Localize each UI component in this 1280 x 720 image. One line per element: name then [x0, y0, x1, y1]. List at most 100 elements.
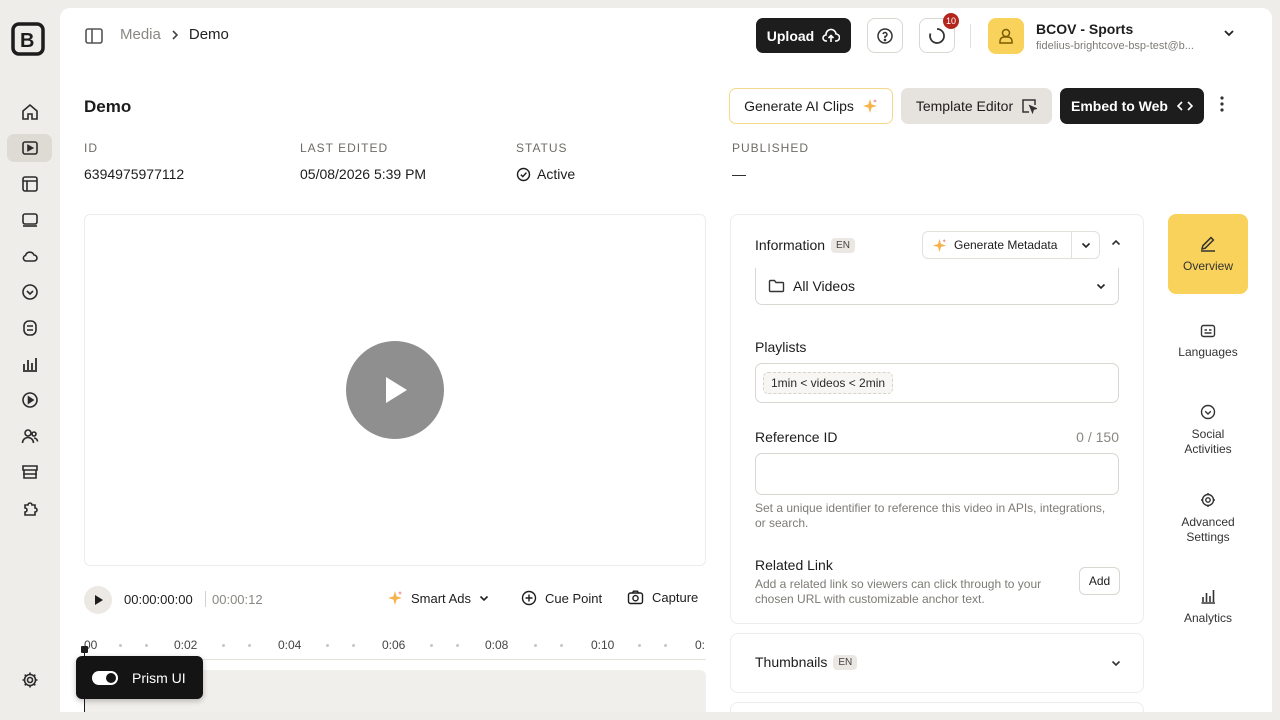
chevron-down-icon [1096, 283, 1106, 290]
template-label: Template Editor [915, 98, 1014, 114]
settings-icon[interactable] [7, 666, 52, 694]
gear-icon [1200, 492, 1216, 508]
language-badge: EN [833, 654, 858, 670]
more-options-icon[interactable] [1220, 96, 1224, 112]
chevron-down-icon [1081, 242, 1090, 248]
playlists-icon[interactable] [7, 170, 52, 198]
breadcrumb: Media Demo [120, 26, 229, 43]
meta-status-label: STATUS [516, 141, 568, 155]
timeline-ruler[interactable]: 00 0:02 0:04 0:06 0:08 0:10 0: [84, 636, 706, 656]
cloud-icon[interactable] [7, 242, 52, 270]
chevron-down-icon[interactable] [1111, 660, 1121, 667]
main-panel: Media Demo Upload 10 BCOV - Sports fidel… [60, 8, 1272, 712]
store-icon[interactable] [7, 458, 52, 486]
reference-id-counter: 0 / 150 [1076, 429, 1119, 445]
embed-to-web-button[interactable]: Embed to Web [1060, 88, 1204, 124]
social-icon[interactable] [7, 278, 52, 306]
code-icon [1176, 100, 1193, 112]
tick-label: 0:10 [591, 638, 615, 652]
sparkle-icon [932, 238, 947, 253]
current-timecode: 00:00:00:00 [124, 592, 193, 607]
live-icon[interactable] [7, 386, 52, 414]
tick-dot [456, 644, 459, 647]
tab-advanced-label: Advanced Settings [1181, 515, 1235, 544]
account-name[interactable]: BCOV - Sports [1036, 21, 1133, 37]
thumbnails-panel[interactable]: Thumbnails EN [730, 633, 1144, 693]
meta-published-value: — [732, 166, 746, 182]
play-overlay-button[interactable] [346, 341, 444, 439]
help-button[interactable] [867, 18, 903, 53]
meta-published: PUBLISHED — [732, 141, 809, 183]
generate-metadata-split-button: Generate Metadata [922, 231, 1100, 259]
edit-cursor-icon [1021, 98, 1038, 114]
generate-metadata-button[interactable]: Generate Metadata [923, 232, 1073, 258]
tick-dot [119, 644, 122, 647]
spinner-icon [929, 27, 945, 44]
breadcrumb-media[interactable]: Media [120, 26, 161, 43]
play-button[interactable] [84, 586, 112, 614]
language-badge: EN [831, 237, 855, 253]
home-icon[interactable] [7, 98, 52, 126]
captions-icon [1200, 324, 1216, 338]
tick-dot [222, 644, 225, 647]
tick-dot [664, 644, 667, 647]
playlist-chip[interactable]: 1min < videos < 2min [763, 372, 894, 394]
camera-icon [627, 590, 644, 605]
generate-ai-clips-button[interactable]: Generate AI Clips [729, 88, 893, 124]
prism-ui-toggle[interactable]: Prism UI [76, 656, 203, 699]
page-title: Demo [84, 97, 132, 116]
video-preview[interactable] [84, 214, 706, 566]
activity-button[interactable]: 10 [919, 13, 959, 53]
plugins-icon[interactable] [7, 494, 52, 522]
left-rail: B [0, 0, 60, 720]
playlists-label: Playlists [755, 339, 807, 355]
upload-label: Upload [766, 27, 815, 44]
pencil-icon [1199, 234, 1217, 252]
total-duration: 00:00:12 [212, 592, 263, 607]
account-avatar[interactable] [988, 18, 1024, 54]
chevron-down-icon[interactable] [1223, 29, 1235, 37]
meta-id-value: 6394975977112 [84, 166, 185, 182]
audience-icon[interactable] [7, 422, 52, 450]
tab-languages-label: Languages [1178, 345, 1238, 359]
tab-languages[interactable]: Languages [1168, 324, 1248, 360]
upload-button[interactable]: Upload [756, 18, 851, 53]
thumbnails-title: Thumbnails [755, 654, 828, 670]
analytics-icon[interactable] [7, 350, 52, 378]
timecode-divider [205, 591, 206, 607]
ai-clips-label: Generate AI Clips [744, 98, 854, 114]
tab-analytics[interactable]: Analytics [1168, 588, 1248, 626]
smart-ads-button[interactable]: Smart Ads [387, 590, 489, 606]
tab-overview-label: Overview [1182, 259, 1233, 273]
reference-id-input[interactable] [755, 453, 1119, 495]
playlists-field[interactable]: 1min < videos < 2min [755, 363, 1119, 403]
tab-overview[interactable]: Overview [1168, 214, 1248, 294]
sparkle-icon [387, 590, 403, 606]
folder-select[interactable]: All Videos [755, 268, 1119, 305]
chevron-up-icon[interactable] [1111, 239, 1121, 246]
play-small-icon [94, 595, 103, 605]
brightcove-logo[interactable]: B [11, 22, 45, 56]
capture-button[interactable]: Capture [627, 590, 698, 605]
add-related-link-button[interactable]: Add [1079, 567, 1120, 595]
ai-studio-icon[interactable] [7, 314, 52, 342]
players-icon[interactable] [7, 206, 52, 234]
meta-published-label: PUBLISHED [732, 141, 810, 155]
media-icon[interactable] [7, 134, 52, 162]
next-section-panel[interactable] [730, 702, 1144, 712]
meta-edited-label: LAST EDITED [300, 141, 389, 155]
tab-advanced-settings[interactable]: Advanced Settings [1168, 492, 1248, 545]
tab-social-activities[interactable]: Social Activities [1168, 404, 1248, 457]
prism-ui-label: Prism UI [132, 669, 186, 686]
meta-id: ID 6394975977112 [84, 141, 184, 183]
template-editor-button[interactable]: Template Editor [901, 88, 1052, 124]
generate-metadata-dropdown[interactable] [1072, 242, 1099, 249]
tick-dot [430, 644, 433, 647]
cue-point-label: Cue Point [545, 590, 603, 606]
toggle-switch[interactable] [92, 670, 118, 685]
information-header[interactable]: Information EN [755, 237, 855, 253]
sidebar-toggle-icon[interactable] [84, 27, 104, 45]
information-panel: Information EN Generate Metadata All Vid… [730, 214, 1144, 624]
cue-point-button[interactable]: Cue Point [521, 590, 602, 606]
tick-dot [248, 644, 251, 647]
